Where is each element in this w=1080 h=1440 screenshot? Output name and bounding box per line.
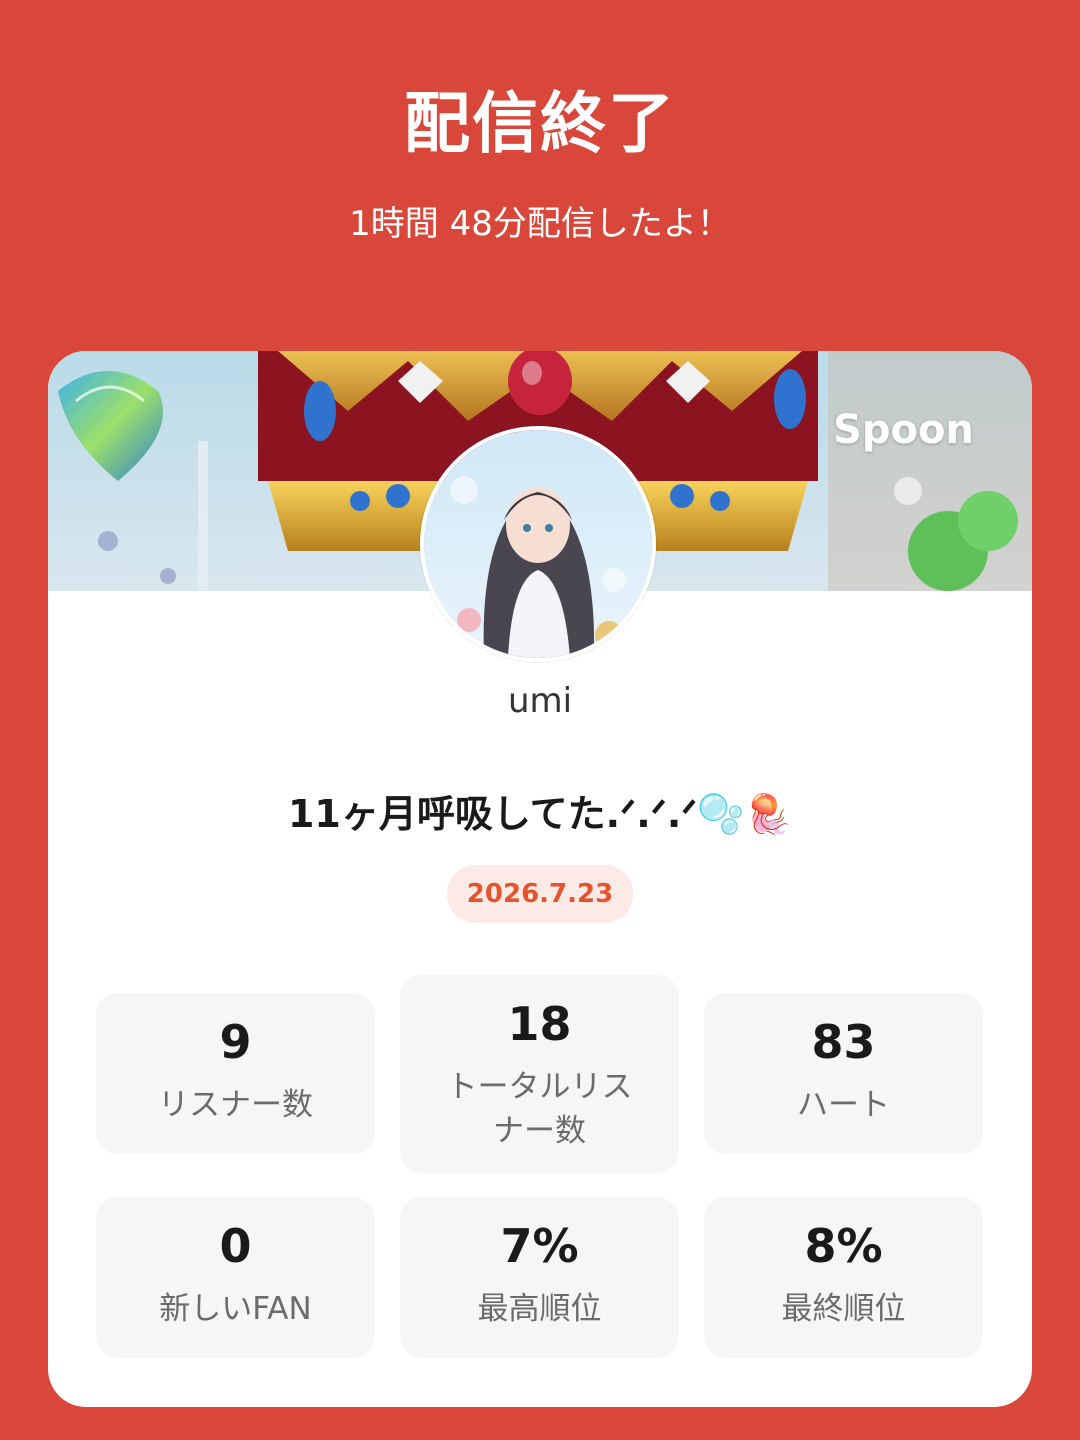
stat-value: 7% bbox=[500, 1219, 579, 1273]
stat-listeners: 9 リスナー数 bbox=[96, 993, 375, 1154]
stat-final-rank: 8% 最終順位 bbox=[704, 1197, 983, 1358]
stat-label: 最高順位 bbox=[477, 1291, 602, 1327]
broadcast-duration: 1時間 48分配信したよ！ bbox=[349, 204, 731, 244]
result-card: Spoon umi 11ヶ月呼吸してた.ᐟ.ᐟ.ᐟ🫧🪼 2026.7.23 9 … bbox=[48, 351, 1032, 1407]
stat-label: 新しいFAN bbox=[159, 1291, 312, 1327]
stat-value: 18 bbox=[507, 997, 572, 1051]
stat-new-fans: 0 新しいFAN bbox=[96, 1197, 375, 1358]
page-title: 配信終了 bbox=[404, 85, 676, 162]
spoon-logo: Spoon bbox=[833, 407, 974, 453]
stat-hearts: 83 ハート bbox=[704, 993, 983, 1154]
avatar-image bbox=[424, 430, 652, 658]
username: umi bbox=[507, 681, 573, 721]
stat-value: 9 bbox=[219, 1015, 252, 1069]
stat-label: リスナー数 bbox=[158, 1087, 313, 1123]
stat-total-listeners: 18 トータルリスナー数 bbox=[400, 975, 679, 1173]
live-title: 11ヶ月呼吸してた.ᐟ.ᐟ.ᐟ🫧🪼 bbox=[287, 792, 793, 836]
avatar[interactable] bbox=[420, 426, 656, 662]
stat-value: 8% bbox=[804, 1219, 883, 1273]
stat-label: ハート bbox=[797, 1087, 890, 1123]
stat-label: トータルリスナー数 bbox=[446, 1069, 633, 1149]
stat-value: 83 bbox=[811, 1015, 876, 1069]
stat-value: 0 bbox=[219, 1219, 252, 1273]
date-badge: 2026.7.23 bbox=[446, 865, 634, 923]
stat-label: 最終順位 bbox=[781, 1291, 906, 1327]
stat-highest-rank: 7% 最高順位 bbox=[400, 1197, 679, 1358]
